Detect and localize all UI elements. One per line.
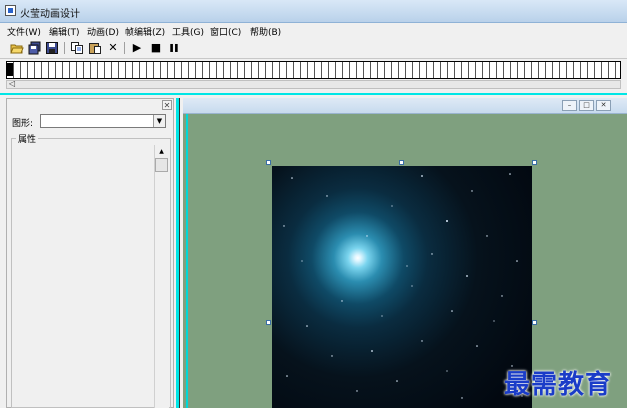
toolbar-separator bbox=[124, 42, 125, 54]
minimize-button[interactable]: – bbox=[562, 100, 577, 111]
toolbar-separator bbox=[64, 42, 65, 54]
menu-tools[interactable]: 工具(G) bbox=[172, 25, 204, 38]
open-folder-icon[interactable] bbox=[10, 41, 24, 55]
shape-label: 图形: bbox=[12, 119, 34, 129]
menu-window[interactable]: 窗口(C) bbox=[210, 25, 241, 38]
copy-icon[interactable] bbox=[70, 41, 84, 55]
timeline-frames[interactable] bbox=[6, 61, 621, 79]
stop-icon[interactable]: ■ bbox=[149, 41, 163, 55]
scrollbar-thumb[interactable] bbox=[155, 158, 168, 172]
resize-handle[interactable] bbox=[532, 160, 537, 165]
pause-icon[interactable]: ❚❚ bbox=[166, 41, 180, 55]
menu-help[interactable]: 帮助(B) bbox=[250, 25, 281, 38]
toolbar: ✕ ▶ ■ ❚❚ bbox=[0, 38, 627, 59]
properties-group bbox=[11, 138, 171, 408]
maximize-button[interactable]: □ bbox=[579, 100, 594, 111]
app-icon[interactable] bbox=[5, 5, 16, 16]
properties-scrollbar[interactable] bbox=[154, 145, 169, 408]
menu-bar: 文件(W) 编辑(T) 动画(D) 帧编辑(Z) 工具(G) 窗口(C) 帮助(… bbox=[0, 23, 627, 38]
save-all-icon[interactable] bbox=[28, 41, 42, 55]
play-icon[interactable]: ▶ bbox=[130, 41, 144, 55]
timeline-current-frame[interactable] bbox=[7, 63, 13, 76]
resize-handle[interactable] bbox=[266, 320, 271, 325]
close-button[interactable]: ✕ bbox=[596, 100, 611, 111]
resize-handle[interactable] bbox=[266, 160, 271, 165]
splitter-edge bbox=[179, 98, 180, 408]
resize-handle[interactable] bbox=[532, 320, 537, 325]
canvas-edge bbox=[186, 114, 188, 408]
scroll-left-icon[interactable]: ◁ bbox=[9, 79, 15, 88]
properties-legend: 属性 bbox=[16, 132, 39, 145]
shape-select[interactable] bbox=[40, 114, 166, 128]
document-title-bar bbox=[183, 98, 627, 114]
close-icon[interactable]: ✕ bbox=[162, 100, 172, 110]
scroll-up-icon[interactable]: ▲ bbox=[155, 147, 168, 157]
menu-animation[interactable]: 动画(D) bbox=[87, 25, 119, 38]
divider bbox=[0, 93, 627, 95]
star-image[interactable] bbox=[272, 166, 532, 408]
paste-icon[interactable] bbox=[88, 41, 102, 55]
watermark-logo: 最需教育 bbox=[504, 370, 613, 400]
menu-edit[interactable]: 编辑(T) bbox=[49, 25, 80, 38]
delete-icon[interactable]: ✕ bbox=[106, 41, 120, 55]
title-bar bbox=[0, 0, 627, 23]
window-title: 火莹动画设计 bbox=[20, 9, 80, 20]
save-icon[interactable] bbox=[45, 41, 59, 55]
chevron-down-icon[interactable]: ▼ bbox=[153, 115, 165, 127]
menu-frame-edit[interactable]: 帧编辑(Z) bbox=[125, 25, 165, 38]
timeline-scrollbar[interactable] bbox=[6, 80, 621, 89]
resize-handle[interactable] bbox=[399, 160, 404, 165]
menu-file[interactable]: 文件(W) bbox=[7, 25, 41, 38]
